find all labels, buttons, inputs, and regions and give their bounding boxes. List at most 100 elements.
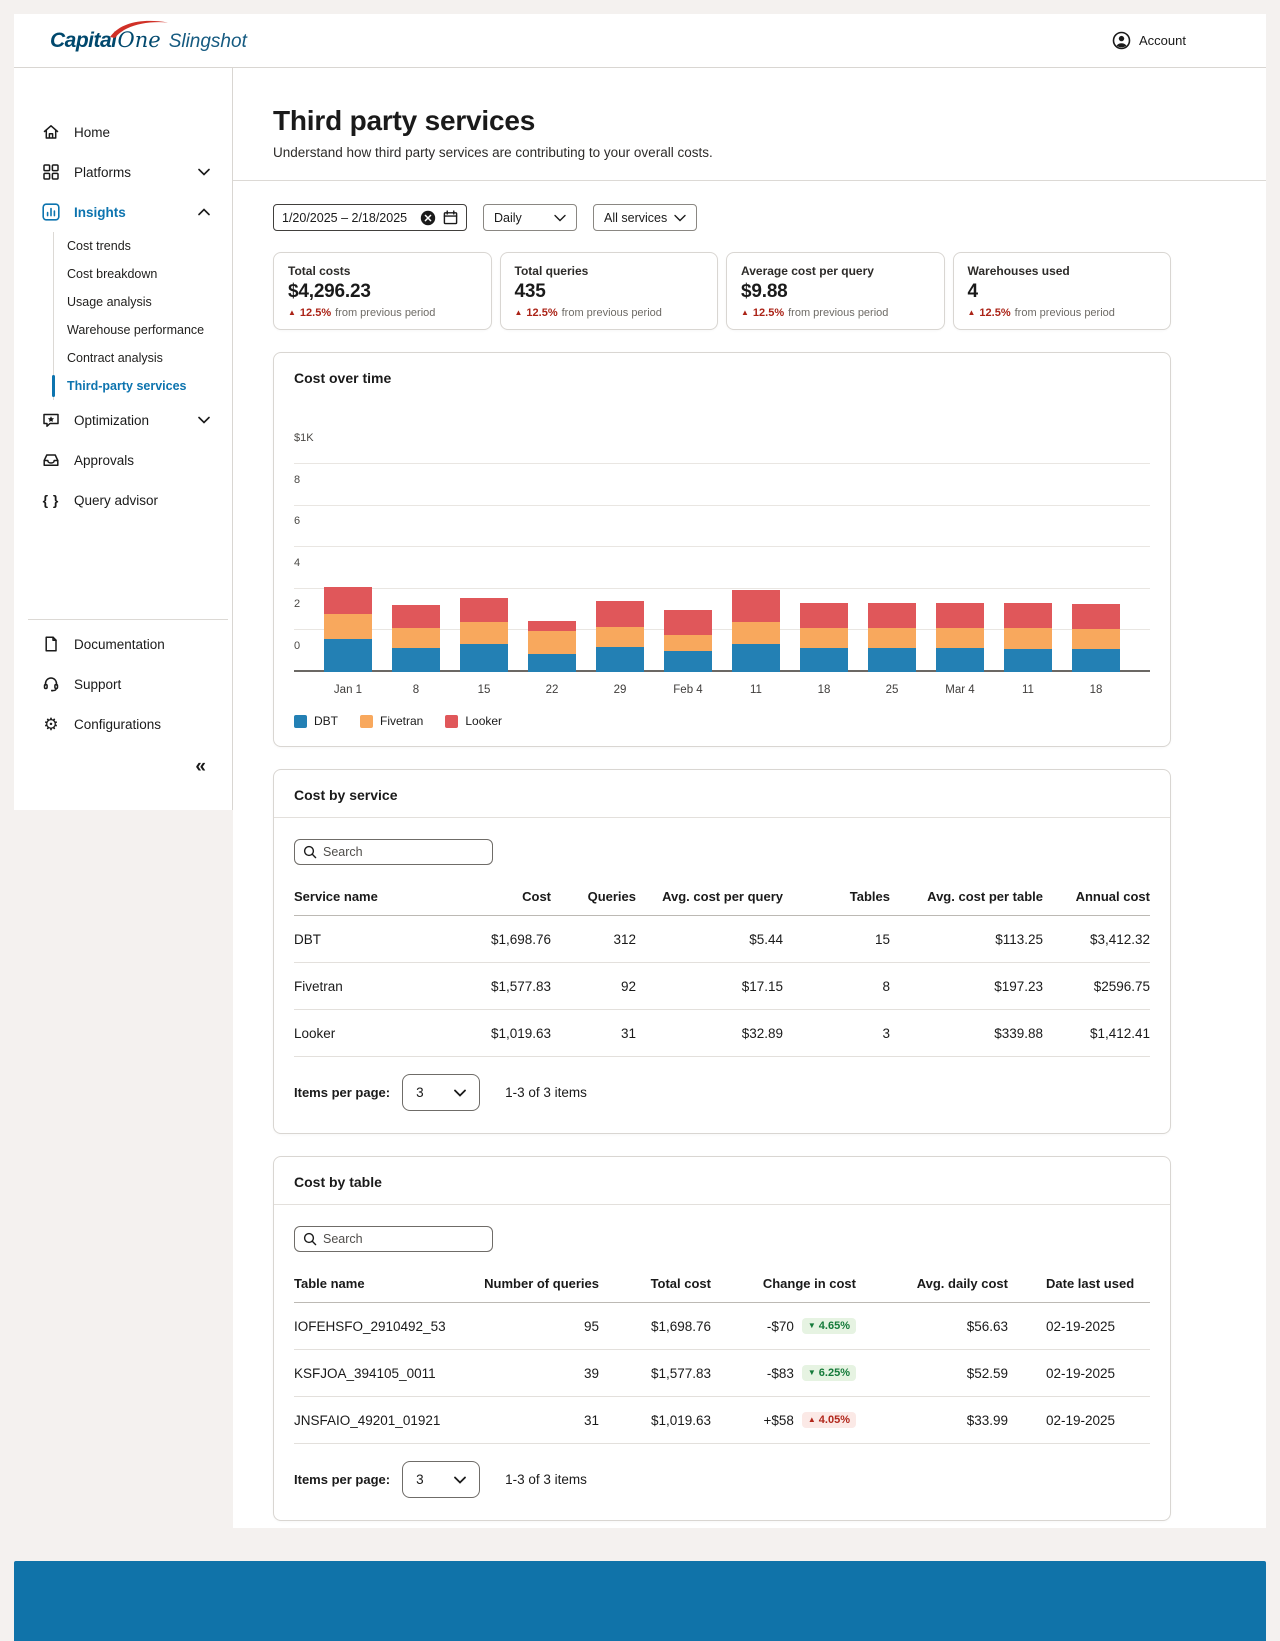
chart-x-axis: Jan 18152229Feb 4111825Mar 41118 (294, 684, 1150, 696)
column-header: Cost (454, 877, 551, 916)
bar-segment-dbt (392, 648, 440, 672)
bar-segment-looker (596, 601, 644, 627)
decrease-triangle-icon: ▼ (808, 1369, 816, 1377)
service-table-header: Service nameCostQueriesAvg. cost per que… (294, 877, 1150, 916)
subnav-label: Third-party services (67, 379, 187, 393)
stacked-bar (528, 621, 576, 672)
kpi-change-suffix: from previous period (1015, 307, 1115, 319)
table-cell: KSFJOA_394105_0011 (294, 1350, 469, 1397)
sidebar-item-documentation[interactable]: Documentation (14, 624, 232, 664)
table-cell: 02-19-2025 (1008, 1397, 1150, 1444)
table-search[interactable] (294, 1226, 493, 1252)
change-percent: 4.65% (819, 1320, 850, 1332)
insights-subnav: Cost trends Cost breakdown Usage analysi… (53, 232, 232, 400)
configurations-gear-icon: ⚙ (42, 715, 60, 733)
chart-x-tick-label: 11 (722, 684, 790, 696)
approvals-inbox-icon (42, 451, 60, 469)
bar-segment-looker (664, 610, 712, 635)
bar-segment-looker (868, 603, 916, 628)
subnav-cost-breakdown[interactable]: Cost breakdown (54, 260, 232, 288)
subnav-label: Cost breakdown (67, 267, 157, 281)
table-cell: $56.63 (856, 1303, 1008, 1350)
service-filter-select[interactable]: All services (593, 204, 697, 231)
chart-x-tick-label: Mar 4 (926, 684, 994, 696)
chart-x-tick-label: 25 (858, 684, 926, 696)
table-row: Looker$1,019.6331$32.893$339.88$1,412.41 (294, 1010, 1150, 1057)
bar-slot (1062, 464, 1130, 672)
collapse-sidebar-icon[interactable]: « (195, 756, 206, 778)
support-headset-icon (42, 675, 60, 693)
table-cell: 31 (469, 1397, 599, 1444)
sidebar-item-insights[interactable]: Insights (14, 192, 232, 232)
documentation-icon (42, 635, 60, 653)
bar-segment-fivetran (528, 631, 576, 654)
change-amount: -$83 (767, 1366, 794, 1381)
chart-x-tick-label: 15 (450, 684, 518, 696)
bar-segment-looker (460, 598, 508, 622)
table-cell: $1,577.83 (454, 963, 551, 1010)
bar-segment-fivetran (596, 627, 644, 647)
change-percent-badge: ▼6.25% (802, 1365, 856, 1381)
footer-gap (14, 1528, 1266, 1561)
sidebar-item-query-advisor[interactable]: { } Query advisor (14, 480, 232, 520)
table-cell: -$83 ▼6.25% (711, 1350, 856, 1397)
sidebar-item-label: Approvals (74, 453, 210, 468)
table-cell: $3,412.32 (1043, 916, 1150, 963)
legend-swatch (445, 715, 458, 728)
table-cell: 3 (783, 1010, 890, 1057)
kpi-change-percent: 12.5% (300, 307, 331, 319)
change-amount: +$58 (763, 1413, 793, 1428)
subnav-label: Cost trends (67, 239, 131, 253)
granularity-select[interactable]: Daily (483, 204, 577, 231)
bar-segment-fivetran (800, 628, 848, 648)
app-window: CapitalOne Slingshot Account (14, 14, 1266, 1528)
increase-triangle-icon: ▲ (741, 309, 749, 317)
cost-by-table-card: Cost by table (273, 1156, 1171, 1521)
sidebar-item-support[interactable]: Support (14, 664, 232, 704)
date-range-value: 1/20/2025 – 2/18/2025 (282, 211, 413, 225)
table-row: Fivetran$1,577.8392$17.158$197.23$2596.7… (294, 963, 1150, 1010)
bar-segment-dbt (664, 651, 712, 672)
kpi-value: 4 (968, 281, 1157, 303)
kpi-warehouses-used: Warehouses used 4 ▲12.5%from previous pe… (953, 252, 1172, 330)
subnav-usage-analysis[interactable]: Usage analysis (54, 288, 232, 316)
date-range-picker[interactable]: 1/20/2025 – 2/18/2025 (273, 204, 467, 231)
sidebar-item-configurations[interactable]: ⚙ Configurations (14, 704, 232, 744)
bar-segment-fivetran (1004, 628, 1052, 649)
service-search[interactable] (294, 839, 493, 865)
bar-segment-looker (1072, 604, 1120, 629)
column-header: Service name (294, 877, 454, 916)
logo-capital-text: Capital (50, 29, 117, 53)
subnav-third-party-services[interactable]: Third-party services (54, 372, 232, 400)
stacked-bar (868, 603, 916, 672)
sidebar-item-label: Documentation (74, 637, 210, 652)
account-button[interactable]: Account (1112, 31, 1186, 50)
sidebar-item-platforms[interactable]: Platforms (14, 152, 232, 192)
service-search-input[interactable] (323, 845, 473, 859)
bar-slot (382, 464, 450, 672)
kpi-label: Total queries (515, 264, 704, 278)
items-per-page-select[interactable]: 3 (402, 1074, 480, 1111)
subnav-contract-analysis[interactable]: Contract analysis (54, 344, 232, 372)
bar-slot (926, 464, 994, 672)
subnav-warehouse-performance[interactable]: Warehouse performance (54, 316, 232, 344)
subnav-cost-trends[interactable]: Cost trends (54, 232, 232, 260)
legend-swatch (294, 715, 307, 728)
sidebar-item-approvals[interactable]: Approvals (14, 440, 232, 480)
capital-one-swoosh-icon (108, 18, 170, 38)
clear-date-icon[interactable] (420, 210, 436, 226)
bar-segment-looker (528, 621, 576, 631)
bar-slot (654, 464, 722, 672)
column-header: Table name (294, 1264, 469, 1303)
sidebar-item-home[interactable]: Home (14, 112, 232, 152)
bar-slot (994, 464, 1062, 672)
filter-bar: 1/20/2025 – 2/18/2025 Daily (273, 204, 1171, 231)
bar-segment-dbt (596, 647, 644, 672)
table-cell: $5.44 (636, 916, 783, 963)
sidebar-item-optimization[interactable]: Optimization (14, 400, 232, 440)
items-per-page-select[interactable]: 3 (402, 1461, 480, 1498)
table-search-input[interactable] (323, 1232, 473, 1246)
kpi-row: Total costs $4,296.23 ▲12.5%from previou… (273, 252, 1171, 330)
stacked-bar (732, 590, 780, 672)
calendar-icon[interactable] (443, 210, 458, 225)
